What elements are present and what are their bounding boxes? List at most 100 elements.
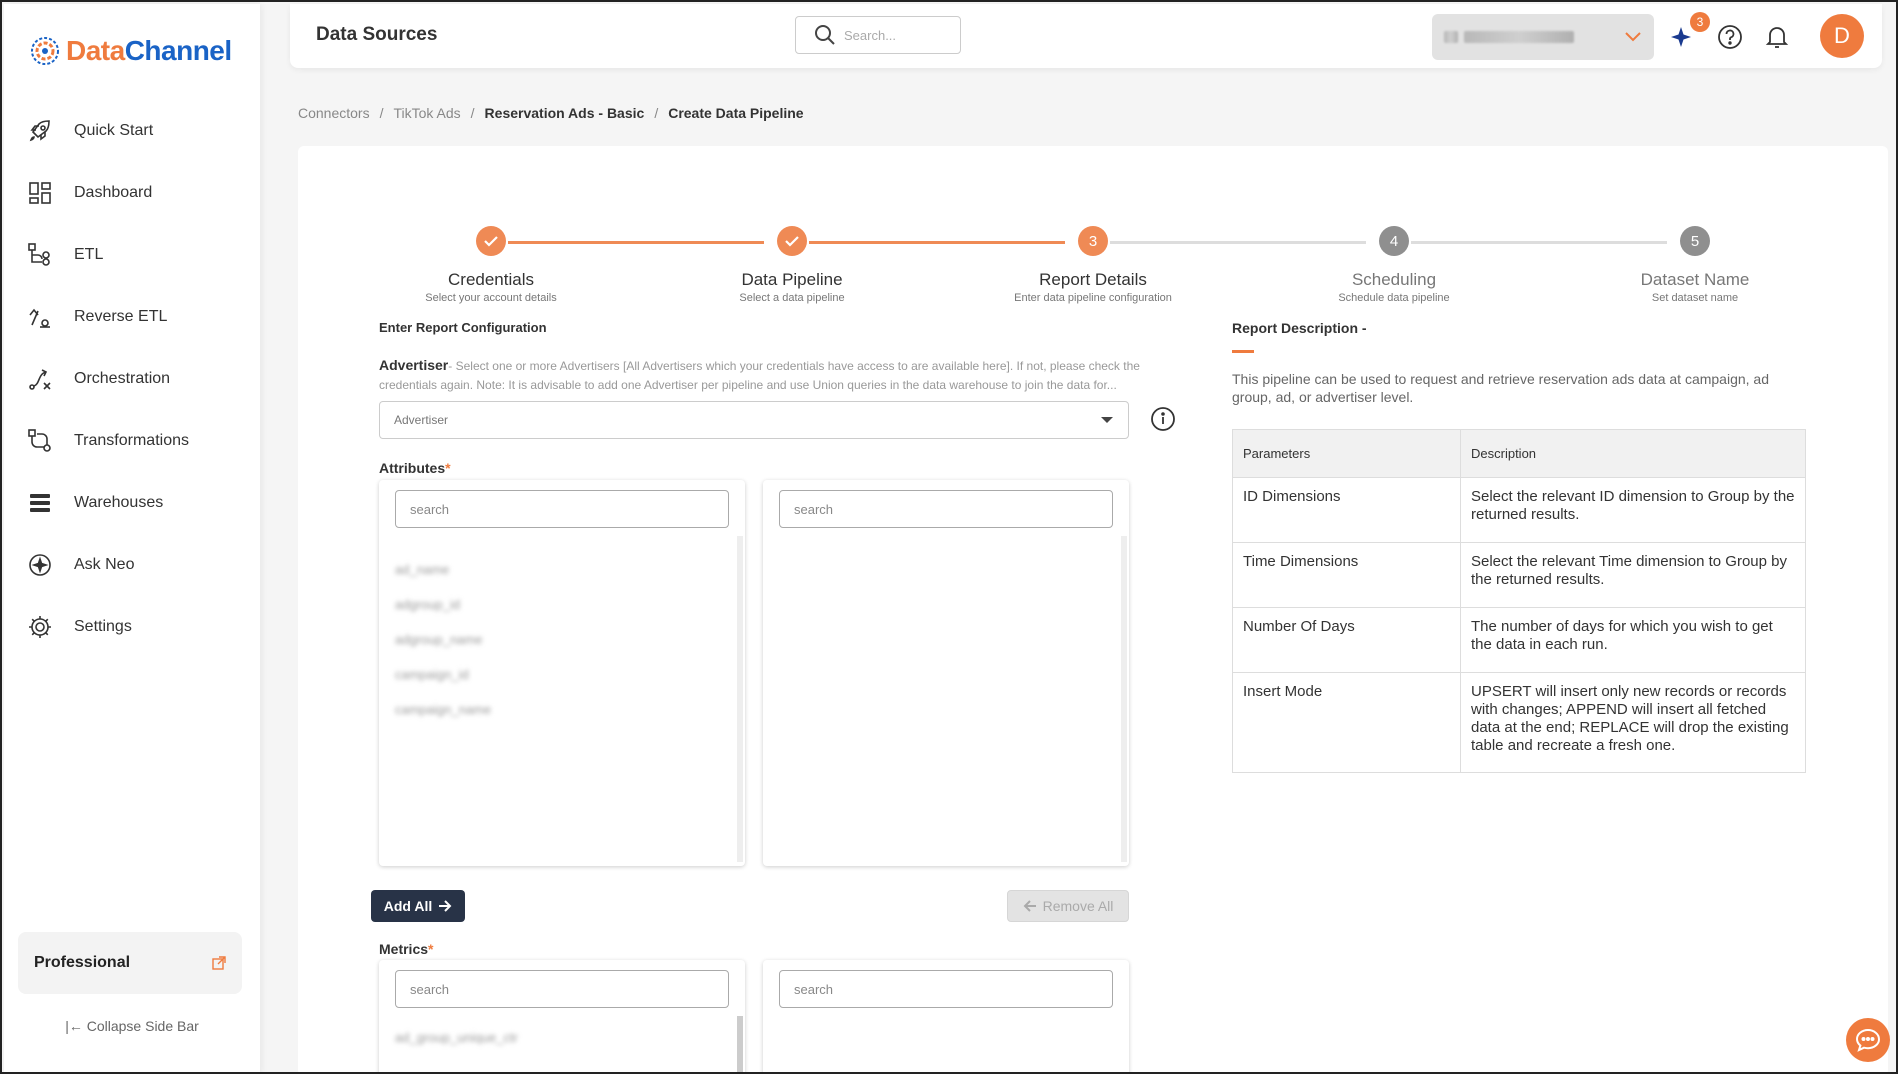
list-item[interactable]: ad_name [395, 552, 491, 587]
step-report-details[interactable]: 3 Report Details Enter data pipeline con… [943, 226, 1243, 304]
advertiser-select[interactable]: Advertiser [379, 401, 1129, 439]
sidebar-nav: Quick Start Dashboard ETL Reverse ETL Or… [4, 100, 260, 658]
sidebar-item-etl[interactable]: ETL [4, 224, 260, 286]
sidebar-item-transformations[interactable]: Transformations [4, 410, 260, 472]
external-link-icon[interactable] [212, 956, 226, 970]
logo-mark-icon [31, 37, 59, 65]
add-all-button[interactable]: Add All [371, 890, 465, 922]
caret-down-icon [1101, 417, 1113, 423]
report-config-title: Enter Report Configuration [379, 320, 547, 335]
breadcrumb-tiktok-ads[interactable]: TikTok Ads [393, 105, 460, 121]
advertiser-label: Advertiser [379, 357, 449, 373]
metrics-selected-list: search [763, 960, 1129, 1072]
chat-button[interactable] [1846, 1018, 1890, 1062]
search-icon [815, 25, 835, 45]
step-scheduling[interactable]: 4 Scheduling Schedule data pipeline [1244, 226, 1544, 304]
sidebar-item-settings[interactable]: Settings [4, 596, 260, 658]
chevron-down-icon [1625, 32, 1641, 42]
list-item[interactable]: adgroup_name [395, 622, 491, 657]
list-item[interactable]: ad_group_unique_ctr [395, 1020, 518, 1055]
collapse-sidebar-button[interactable]: |← Collapse Side Bar [4, 1018, 260, 1034]
breadcrumb-connectors[interactable]: Connectors [298, 105, 370, 121]
attributes-available-search[interactable]: search [395, 490, 729, 528]
sidebar-item-quick-start[interactable]: Quick Start [4, 100, 260, 162]
step-label: Scheduling [1351, 270, 1437, 289]
param-description: The number of days for which you wish to… [1460, 607, 1806, 673]
remove-all-button[interactable]: Remove All [1007, 890, 1129, 922]
step-number: 4 [1379, 226, 1409, 256]
metrics-available-search[interactable]: search [395, 970, 729, 1008]
sidebar-item-orchestration[interactable]: Orchestration [4, 348, 260, 410]
attributes-available-list: search ad_name adgroup_id adgroup_name c… [379, 480, 745, 866]
logo[interactable]: DataChannel [28, 34, 232, 68]
breadcrumb-separator: / [379, 105, 384, 121]
page-title: Data Sources [316, 24, 438, 45]
sidebar-item-warehouses[interactable]: Warehouses [4, 472, 260, 534]
step-label: Report Details [1039, 270, 1147, 289]
list-item[interactable]: campaign_name [395, 692, 491, 727]
main-content: Credentials Select your account details … [298, 146, 1888, 1072]
attribute-items: ad_name adgroup_id adgroup_name campaign… [395, 552, 491, 727]
bell-icon [1765, 27, 1789, 48]
scrollbar[interactable] [737, 1016, 743, 1072]
sidebar-item-label: ETL [74, 246, 104, 263]
help-button[interactable] [1715, 22, 1745, 52]
plan-card[interactable]: Professional [18, 932, 242, 994]
help-icon [1718, 25, 1742, 49]
dashboard-icon [29, 182, 51, 204]
sidebar-item-dashboard[interactable]: Dashboard [4, 162, 260, 224]
list-item-label: adgroup_id [395, 597, 461, 612]
attributes-selected-list: search [763, 480, 1129, 866]
breadcrumb-reservation-ads[interactable]: Reservation Ads - Basic [485, 105, 645, 121]
list-item[interactable]: campaign_id [395, 657, 491, 692]
breadcrumb: Connectors / TikTok Ads / Reservation Ad… [298, 105, 804, 121]
scrollbar[interactable] [1121, 536, 1127, 862]
advertiser-help-text: - Select one or more Advertisers [All Ad… [379, 359, 1140, 392]
sidebar-item-ask-neo[interactable]: Ask Neo [4, 534, 260, 596]
column-header-description: Description [1460, 429, 1806, 478]
sidebar-item-label: Quick Start [74, 122, 154, 139]
attributes-label: Attributes [379, 460, 446, 476]
notifications-button[interactable] [1762, 22, 1792, 52]
sparkle-icon [29, 554, 51, 576]
avatar[interactable]: D [1820, 14, 1864, 58]
workspace-selector[interactable] [1432, 14, 1654, 60]
table-row: Time Dimensions Select the relevant Time… [1232, 542, 1806, 608]
metrics-selected-search[interactable]: search [779, 970, 1113, 1008]
metrics-available-list: search ad_group_unique_ctr [379, 960, 745, 1072]
workspace-icon [1444, 31, 1458, 43]
step-label: Dataset Name [1640, 270, 1750, 289]
sidebar-item-label: Ask Neo [74, 556, 135, 573]
step-data-pipeline[interactable]: Data Pipeline Select a data pipeline [642, 226, 942, 304]
sidebar-item-label: Reverse ETL [74, 308, 168, 325]
workspace-name-redacted [1464, 31, 1574, 43]
param-description: Select the relevant ID dimension to Grou… [1460, 477, 1806, 543]
metrics-label: Metrics [379, 941, 429, 957]
sidebar-item-label: Transformations [74, 432, 189, 449]
reverse-etl-icon [29, 308, 50, 328]
step-credentials[interactable]: Credentials Select your account details [341, 226, 641, 304]
arrow-right-icon [439, 900, 452, 912]
top-header: Data Sources Search... 3 D [290, 4, 1882, 68]
scrollbar[interactable] [737, 536, 743, 862]
table-row: Insert Mode UPSERT will insert only new … [1232, 672, 1806, 773]
check-icon [476, 226, 506, 256]
step-sublabel: Enter data pipeline configuration [1014, 292, 1172, 304]
step-dataset-name[interactable]: 5 Dataset Name Set dataset name [1545, 226, 1845, 304]
list-item-label: campaign_name [395, 702, 492, 717]
metrics-title: Metrics* [379, 941, 433, 957]
sidebar-item-reverse-etl[interactable]: Reverse ETL [4, 286, 260, 348]
list-item[interactable]: adgroup_id [395, 587, 491, 622]
attributes-selected-search[interactable]: search [779, 490, 1113, 528]
list-item-label: campaign_id [395, 667, 469, 682]
sidebar-item-label: Settings [74, 618, 132, 635]
search-input[interactable]: Search... [795, 16, 961, 54]
search-placeholder: search [794, 501, 834, 517]
warehouse-icon [30, 494, 50, 512]
search-placeholder: Search... [844, 27, 897, 43]
step-sublabel: Set dataset name [1651, 292, 1739, 304]
orchestration-icon [29, 369, 51, 390]
param-name: Insert Mode [1232, 672, 1461, 773]
app-frame: DataChannel Quick Start Dashboard ETL Re… [0, 0, 1898, 1074]
advertiser-info-button[interactable] [1150, 406, 1176, 437]
